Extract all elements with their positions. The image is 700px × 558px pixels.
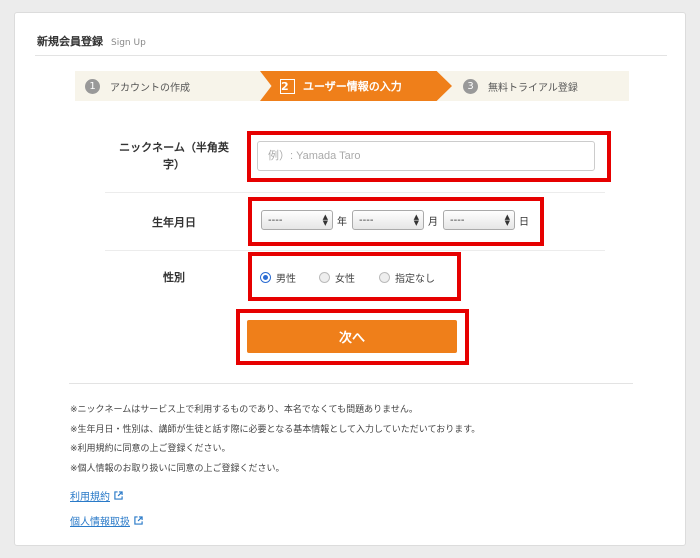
gender-radio-male[interactable]: 男性 — [260, 270, 296, 285]
nickname-label-line2: 字） — [163, 158, 185, 171]
row-divider — [105, 250, 605, 251]
privacy-link[interactable]: 個人情報取扱 — [70, 513, 143, 528]
month-unit: 月 — [428, 217, 438, 228]
day-select[interactable]: ---- ▲ ▼ — [443, 210, 515, 230]
month-select-value: ---- — [359, 214, 374, 226]
radio-icon — [379, 272, 390, 283]
page-title-text: 新規会員登録 — [37, 35, 103, 48]
gender-radio-unspecified[interactable]: 指定なし — [379, 270, 435, 285]
terms-link-text: 利用規約 — [70, 492, 110, 503]
year-select-value: ---- — [268, 214, 283, 226]
nickname-label-line1: ニックネーム（半角英 — [119, 141, 229, 154]
external-link-icon — [134, 516, 143, 525]
gender-radio-female[interactable]: 女性 — [319, 270, 355, 285]
page-subtitle: Sign Up — [111, 38, 146, 48]
note-item: ※ニックネームはサービス上で利用するものであり、本名でなくても問題ありません。 — [70, 405, 418, 415]
gender-option-label: 女性 — [335, 274, 355, 285]
note-item: ※利用規約に同意の上ご登録ください。 — [70, 444, 231, 454]
day-unit: 日 — [519, 217, 529, 228]
note-item: ※個人情報のお取り扱いに同意の上ご登録ください。 — [70, 463, 285, 474]
step-2-number: 2 — [280, 78, 295, 94]
step-2-active: 2 ユーザー情報の入力 — [260, 71, 452, 101]
step-1-number: 1 — [85, 78, 100, 94]
next-button[interactable]: 次へ — [247, 320, 457, 353]
nickname-input[interactable] — [257, 141, 595, 171]
signup-card: 新規会員登録 Sign Up 1 アカウントの作成 2 ユーザー情報の入力 3 無… — [14, 12, 686, 546]
notes-divider — [69, 383, 633, 384]
radio-icon — [319, 272, 330, 283]
month-select[interactable]: ---- ▲ ▼ — [352, 210, 424, 230]
external-link-icon — [114, 491, 123, 500]
nickname-label: ニックネーム（半角英 字） — [111, 139, 237, 173]
year-unit: 年 — [337, 217, 347, 228]
gender-option-label: 指定なし — [395, 274, 435, 285]
radio-selected-icon — [260, 272, 271, 283]
privacy-link-text: 個人情報取扱 — [70, 517, 130, 528]
step-1-label: アカウントの作成 — [110, 82, 190, 94]
note-item: ※生年月日・性別は、講師が生徒と話す際に必要となる基本情報として入力していただい… — [70, 424, 481, 435]
page-title: 新規会員登録 Sign Up — [37, 33, 146, 49]
gender-label: 性別 — [163, 271, 185, 284]
day-select-value: ---- — [450, 214, 465, 226]
step-progress: 1 アカウントの作成 2 ユーザー情報の入力 3 無料トライアル登録 — [75, 71, 629, 101]
step-2-label: ユーザー情報の入力 — [303, 80, 402, 93]
row-divider — [105, 192, 605, 193]
step-1: 1 アカウントの作成 — [85, 71, 190, 101]
step-3-label: 無料トライアル登録 — [488, 82, 578, 94]
select-arrows-icon: ▲ ▼ — [504, 213, 510, 227]
gender-option-label: 男性 — [276, 274, 296, 285]
step-3-number: 3 — [463, 78, 478, 94]
header-divider — [35, 55, 667, 56]
step-3: 3 無料トライアル登録 — [463, 71, 578, 101]
birthdate-label: 生年月日 — [152, 216, 196, 229]
select-arrows-icon: ▲ ▼ — [413, 213, 419, 227]
terms-link[interactable]: 利用規約 — [70, 488, 123, 503]
select-arrows-icon: ▲ ▼ — [322, 213, 328, 227]
notes: ※ニックネームはサービス上で利用するものであり、本名でなくても問題ありません。 … — [70, 401, 480, 479]
year-select[interactable]: ---- ▲ ▼ — [261, 210, 333, 230]
